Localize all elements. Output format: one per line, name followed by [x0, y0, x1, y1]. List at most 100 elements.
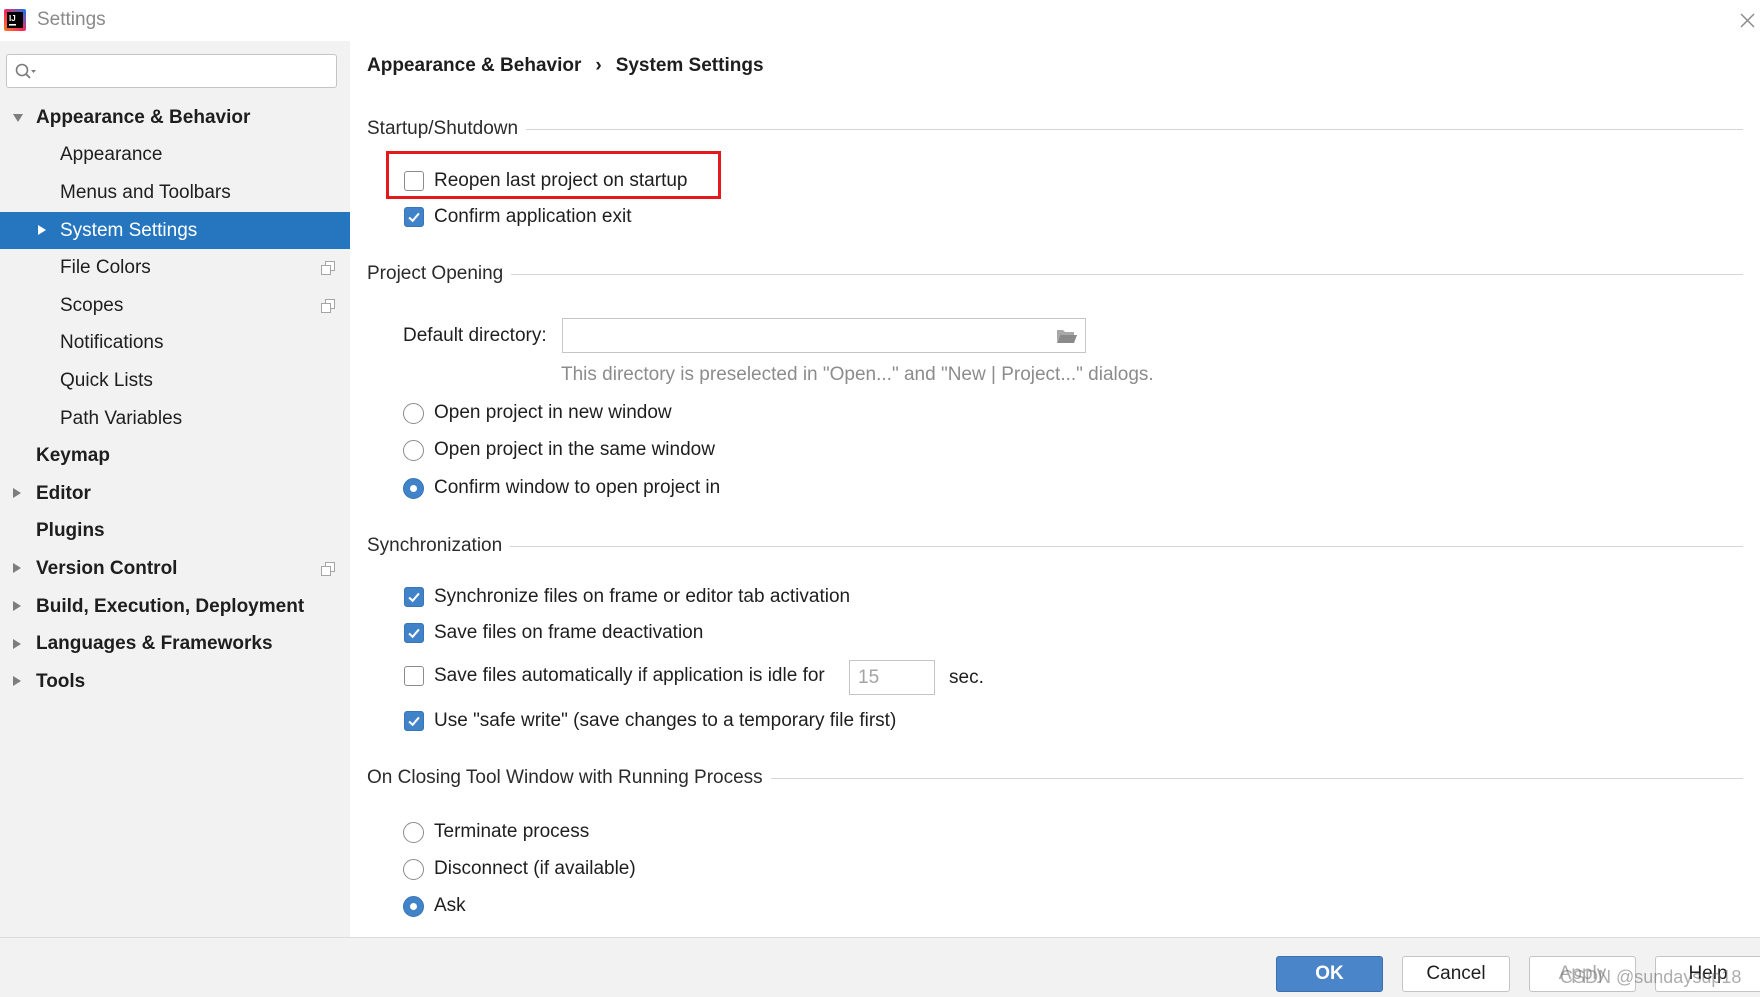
disconnect-label: Disconnect (if available)	[434, 858, 636, 879]
section-divider	[770, 777, 1743, 779]
project-level-icon	[321, 261, 335, 276]
expand-arrow-icon[interactable]	[13, 113, 23, 122]
confirm-exit-option[interactable]: Confirm application exit	[404, 204, 631, 230]
tree-item-label: System Settings	[60, 219, 198, 241]
tree-item-version-control[interactable]: Version Control	[0, 550, 350, 588]
tree-item-label: Menus and Toolbars	[60, 181, 231, 203]
save-on-deactivation-checkbox[interactable]	[404, 623, 424, 643]
tree-item-menus-and-toolbars[interactable]: Menus and Toolbars	[0, 174, 350, 212]
open-same-window-radio[interactable]	[403, 439, 424, 461]
tree-item-editor[interactable]: Editor	[0, 475, 350, 513]
tree-item-build-execution-deployment[interactable]: Build, Execution, Deployment	[0, 588, 350, 626]
section-divider	[526, 128, 1743, 130]
tree-item-keymap[interactable]: Keymap	[0, 437, 350, 475]
tree-item-label: Path Variables	[60, 407, 183, 429]
tree-item-label: Version Control	[36, 557, 178, 579]
tree-item-appearance[interactable]: Appearance	[0, 137, 350, 175]
close-icon[interactable]	[1738, 11, 1757, 30]
safe-write-option[interactable]: Use "safe write" (save changes to a temp…	[404, 708, 896, 734]
section-title: Startup/Shutdown	[367, 118, 519, 139]
breadcrumb: Appearance & Behavior › System Settings	[367, 55, 764, 77]
section-closing-tool-window: On Closing Tool Window with Running Proc…	[367, 767, 1743, 789]
expand-arrow-icon[interactable]	[13, 563, 21, 574]
settings-tree: Appearance & Behavior Appearance Menus a…	[0, 99, 350, 701]
project-level-icon	[321, 561, 335, 576]
ask-option[interactable]: Ask	[403, 893, 466, 919]
open-new-window-option[interactable]: Open project in new window	[403, 400, 672, 426]
search-input[interactable]	[45, 57, 329, 85]
ask-label: Ask	[434, 895, 466, 916]
default-directory-input[interactable]	[571, 322, 1041, 349]
tree-item-quick-lists[interactable]: Quick Lists	[0, 362, 350, 400]
expand-arrow-icon[interactable]	[38, 225, 46, 236]
safe-write-checkbox[interactable]	[404, 711, 424, 731]
breadcrumb-current: System Settings	[615, 55, 764, 76]
tree-item-label: Keymap	[36, 445, 110, 467]
tree-item-label: Notifications	[60, 332, 164, 354]
sync-on-activation-label: Synchronize files on frame or editor tab…	[434, 586, 851, 607]
tree-item-languages-frameworks[interactable]: Languages & Frameworks	[0, 625, 350, 663]
intellij-idea-icon: IJ	[4, 9, 26, 31]
reopen-last-project-option[interactable]: Reopen last project on startup	[404, 168, 688, 194]
idle-seconds-input[interactable]	[849, 660, 935, 695]
disconnect-option[interactable]: Disconnect (if available)	[403, 856, 636, 882]
reopen-last-project-checkbox[interactable]	[404, 171, 424, 191]
terminate-process-option[interactable]: Terminate process	[403, 819, 589, 845]
help-button[interactable]: Help	[1655, 956, 1760, 992]
tree-item-plugins[interactable]: Plugins	[0, 513, 350, 551]
expand-arrow-icon[interactable]	[13, 676, 21, 687]
tree-item-notifications[interactable]: Notifications	[0, 325, 350, 363]
breadcrumb-separator: ›	[595, 55, 602, 76]
default-directory-label: Default directory:	[403, 325, 547, 346]
title-bar: IJ Settings	[0, 0, 1760, 41]
expand-arrow-icon[interactable]	[13, 638, 21, 649]
sync-on-activation-option[interactable]: Synchronize files on frame or editor tab…	[404, 584, 850, 610]
checkmark-icon	[408, 628, 420, 639]
search-icon[interactable]	[14, 62, 38, 80]
tree-item-file-colors[interactable]: File Colors	[0, 249, 350, 287]
section-startup-shutdown: Startup/Shutdown	[367, 118, 1743, 140]
disconnect-radio[interactable]	[403, 858, 424, 880]
tree-item-appearance-behavior[interactable]: Appearance & Behavior	[0, 99, 350, 137]
cancel-button[interactable]: Cancel	[1402, 956, 1510, 992]
section-title: On Closing Tool Window with Running Proc…	[367, 767, 763, 788]
confirm-exit-label: Confirm application exit	[434, 206, 632, 227]
app-icon-lettering: IJ	[9, 14, 16, 23]
save-on-deactivation-label: Save files on frame deactivation	[434, 622, 704, 643]
open-same-window-label: Open project in the same window	[434, 439, 715, 460]
open-new-window-label: Open project in new window	[434, 402, 672, 423]
tree-item-path-variables[interactable]: Path Variables	[0, 400, 350, 438]
folder-icon[interactable]	[1056, 328, 1078, 345]
autosave-idle-checkbox[interactable]	[404, 666, 424, 686]
section-synchronization: Synchronization	[367, 535, 1743, 557]
project-level-icon	[321, 298, 335, 313]
tree-item-tools[interactable]: Tools	[0, 663, 350, 701]
safe-write-label: Use "safe write" (save changes to a temp…	[434, 710, 897, 731]
apply-button[interactable]: Apply	[1529, 956, 1636, 992]
reopen-last-project-label: Reopen last project on startup	[434, 170, 688, 191]
confirm-window-radio[interactable]	[403, 477, 424, 499]
section-divider	[511, 273, 1743, 275]
autosave-idle-option[interactable]: Save files automatically if application …	[404, 663, 825, 689]
checkmark-icon	[408, 592, 420, 603]
open-new-window-radio[interactable]	[403, 402, 424, 424]
settings-sidebar: Appearance & Behavior Appearance Menus a…	[0, 41, 350, 937]
default-directory-field[interactable]	[562, 318, 1086, 353]
tree-item-label: Scopes	[60, 294, 124, 316]
ask-radio[interactable]	[403, 895, 424, 917]
open-same-window-option[interactable]: Open project in the same window	[403, 437, 715, 463]
save-on-deactivation-option[interactable]: Save files on frame deactivation	[404, 620, 703, 646]
search-box[interactable]	[6, 54, 337, 88]
tree-item-label: Appearance & Behavior	[36, 106, 251, 128]
confirm-exit-checkbox[interactable]	[404, 207, 424, 227]
confirm-window-option[interactable]: Confirm window to open project in	[403, 475, 720, 501]
ok-button[interactable]: OK	[1276, 956, 1383, 992]
sync-on-activation-checkbox[interactable]	[404, 587, 424, 607]
tree-item-system-settings[interactable]: System Settings	[0, 211, 350, 250]
terminate-process-radio[interactable]	[403, 821, 424, 843]
checkmark-icon	[408, 212, 420, 223]
expand-arrow-icon[interactable]	[13, 488, 21, 499]
tree-item-scopes[interactable]: Scopes	[0, 287, 350, 325]
breadcrumb-parent[interactable]: Appearance & Behavior	[367, 55, 581, 77]
expand-arrow-icon[interactable]	[13, 601, 21, 612]
